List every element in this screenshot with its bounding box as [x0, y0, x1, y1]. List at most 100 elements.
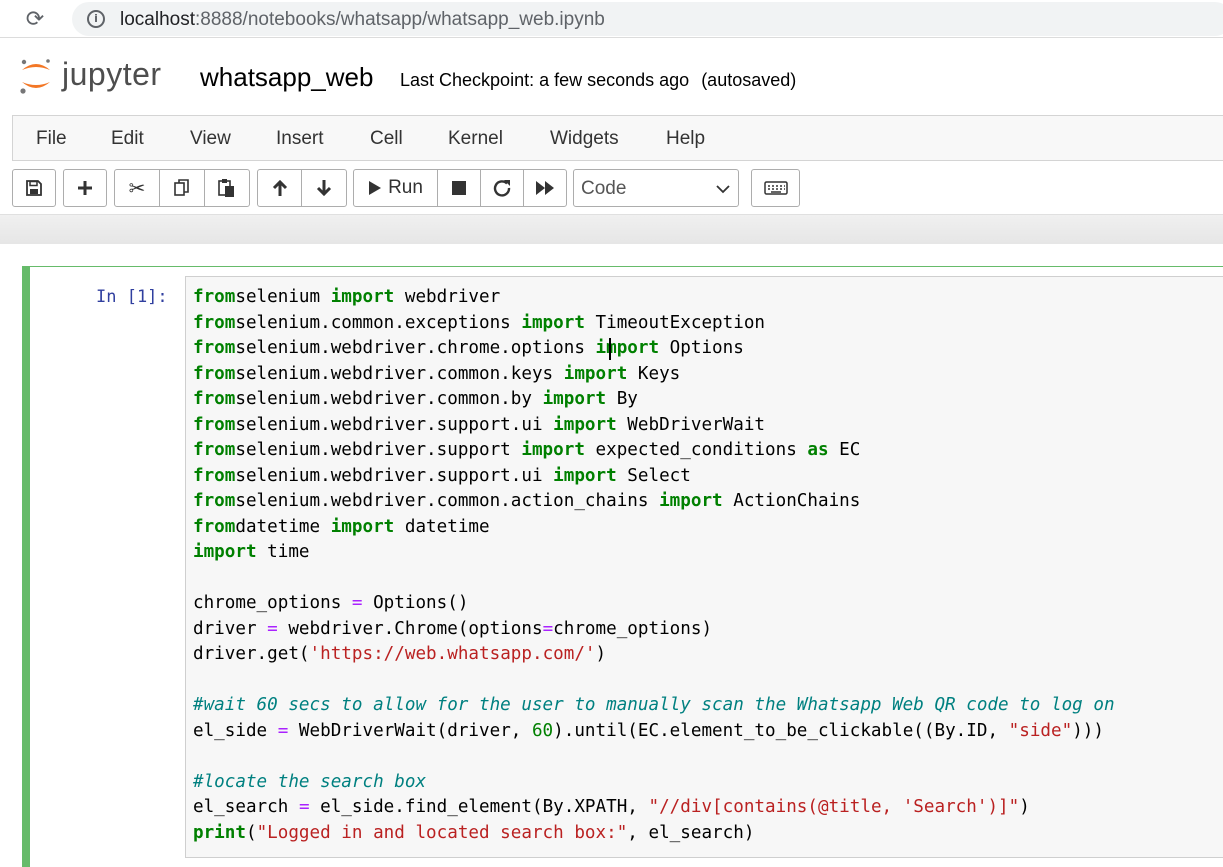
code-token: el_search — [193, 797, 299, 817]
code-token: from — [193, 287, 236, 307]
scissors-icon: ✂ — [128, 177, 146, 200]
cut-button[interactable]: ✂ — [115, 170, 160, 206]
code-line: #locate the search box — [193, 770, 1115, 796]
code-token: from — [193, 491, 236, 511]
move-up-button[interactable] — [258, 170, 302, 206]
code-token: import — [659, 491, 723, 511]
paste-button[interactable] — [205, 170, 249, 206]
code-token: "Logged in and located search box:" — [256, 822, 628, 843]
run-button[interactable]: Run — [354, 170, 438, 206]
checkpoint-status: Last Checkpoint: a few seconds ago (autos… — [400, 70, 797, 90]
menu-file[interactable]: File — [36, 128, 67, 150]
notebook-name[interactable]: whatsapp_web — [200, 62, 373, 92]
arrow-up-icon — [272, 179, 287, 196]
keyboard-group — [751, 169, 800, 207]
menu-view[interactable]: View — [190, 128, 231, 150]
code-token: from — [193, 312, 236, 333]
code-token: = — [277, 720, 289, 741]
insert-group — [63, 169, 107, 207]
code-token: el_side — [193, 720, 278, 741]
reload-icon[interactable]: ⟳ — [22, 6, 48, 32]
code-token: from — [193, 440, 236, 460]
code-line: fromdatetime import datetime — [193, 515, 1115, 541]
code-token: datetime — [235, 516, 331, 537]
code-token: chrome_options) — [553, 618, 713, 639]
code-token: = — [298, 797, 310, 817]
code-token: selenium.common.exceptions — [235, 312, 522, 333]
menu-widgets[interactable]: Widgets — [550, 128, 619, 150]
code-token: = — [267, 618, 278, 639]
code-token: selenium.webdriver.support — [235, 440, 522, 460]
code-token: webdriver.Chrome(options — [277, 618, 543, 639]
save-icon — [26, 180, 42, 196]
menu-insert[interactable]: Insert — [276, 128, 324, 150]
keyboard-icon — [763, 181, 788, 195]
fast-forward-icon — [536, 181, 554, 195]
code-token: selenium.webdriver.chrome.options — [235, 338, 596, 358]
code-token: "side" — [1008, 720, 1073, 741]
code-token: WebDriverWait — [616, 414, 766, 435]
copy-button[interactable] — [160, 170, 205, 206]
code-token: ( — [245, 822, 257, 843]
stop-icon — [452, 181, 466, 195]
code-token: chrome_options — [193, 593, 352, 613]
code-line: fromselenium.webdriver.chrome.options im… — [193, 336, 1115, 362]
header-divider — [0, 214, 1223, 244]
interrupt-button[interactable] — [438, 170, 481, 206]
code-token: import — [521, 440, 585, 460]
code-token: ) — [1019, 797, 1030, 817]
code-token: ActionChains — [722, 491, 861, 511]
code-text[interactable]: fromselenium import webdriver fromseleniu… — [193, 285, 1115, 846]
code-token: from — [193, 363, 236, 384]
browser-address-bar: ⟳ i localhost:8888/notebooks/whatsapp/wh… — [0, 0, 1223, 38]
url-field[interactable]: i localhost:8888/notebooks/whatsapp/what… — [72, 2, 1223, 36]
menu-help[interactable]: Help — [666, 128, 705, 150]
code-line: driver = webdriver.Chrome(options=chrome… — [193, 617, 1115, 643]
code-token: Select — [616, 465, 691, 486]
run-label: Run — [388, 177, 423, 198]
code-line: fromselenium.webdriver.common.keys impor… — [193, 362, 1115, 388]
move-down-button[interactable] — [302, 170, 346, 206]
code-token: #locate the search box — [193, 771, 427, 792]
restart-button[interactable] — [481, 170, 524, 206]
code-token: datetime — [394, 516, 490, 537]
code-token: #wait 60 secs to allow for the user to m… — [193, 695, 1115, 715]
notebook-header: jupyter whatsapp_web Last Checkpoint: a … — [0, 42, 1223, 112]
play-icon — [369, 181, 382, 195]
menubar: File Edit View Insert Cell Kernel Widget… — [12, 115, 1223, 161]
edit-group: ✂ — [114, 169, 250, 207]
code-token: selenium.webdriver.support.ui — [235, 414, 554, 435]
menu-kernel[interactable]: Kernel — [448, 128, 503, 150]
code-token: TimeoutException — [584, 312, 766, 333]
code-token: 60 — [531, 720, 554, 741]
code-token: By — [606, 389, 638, 409]
code-token: as — [807, 440, 829, 460]
save-button[interactable] — [13, 170, 55, 206]
code-line: fromselenium.webdriver.common.by import … — [193, 387, 1115, 413]
insert-cell-button[interactable] — [64, 170, 106, 206]
jupyter-logo-icon[interactable] — [18, 56, 54, 96]
code-token: import — [595, 338, 660, 358]
code-token: import — [521, 312, 585, 333]
menu-cell[interactable]: Cell — [370, 128, 403, 150]
restart-run-all-button[interactable] — [524, 170, 566, 206]
code-token: from — [193, 338, 236, 358]
jupyter-logo-text[interactable]: jupyter — [62, 56, 162, 92]
code-line: fromselenium.common.exceptions import Ti… — [193, 311, 1115, 337]
code-token: import — [542, 389, 607, 409]
code-token: driver — [193, 618, 268, 639]
code-token: from — [193, 465, 236, 486]
chevron-down-icon — [716, 185, 730, 194]
cell-type-select[interactable]: Code — [573, 169, 739, 207]
code-token: import — [330, 287, 395, 307]
code-token: selenium.webdriver.common.by — [235, 389, 543, 409]
restart-icon — [493, 180, 511, 197]
code-token: WebDriverWait(driver, — [288, 720, 532, 741]
info-icon[interactable]: i — [87, 10, 105, 28]
command-palette-button[interactable] — [752, 170, 799, 206]
text-cursor — [609, 338, 611, 360]
menu-edit[interactable]: Edit — [111, 128, 144, 150]
code-token: = — [351, 593, 363, 613]
autosave-status: (autosaved) — [701, 70, 797, 90]
code-line: el_search = el_side.find_element(By.XPAT… — [193, 795, 1115, 821]
